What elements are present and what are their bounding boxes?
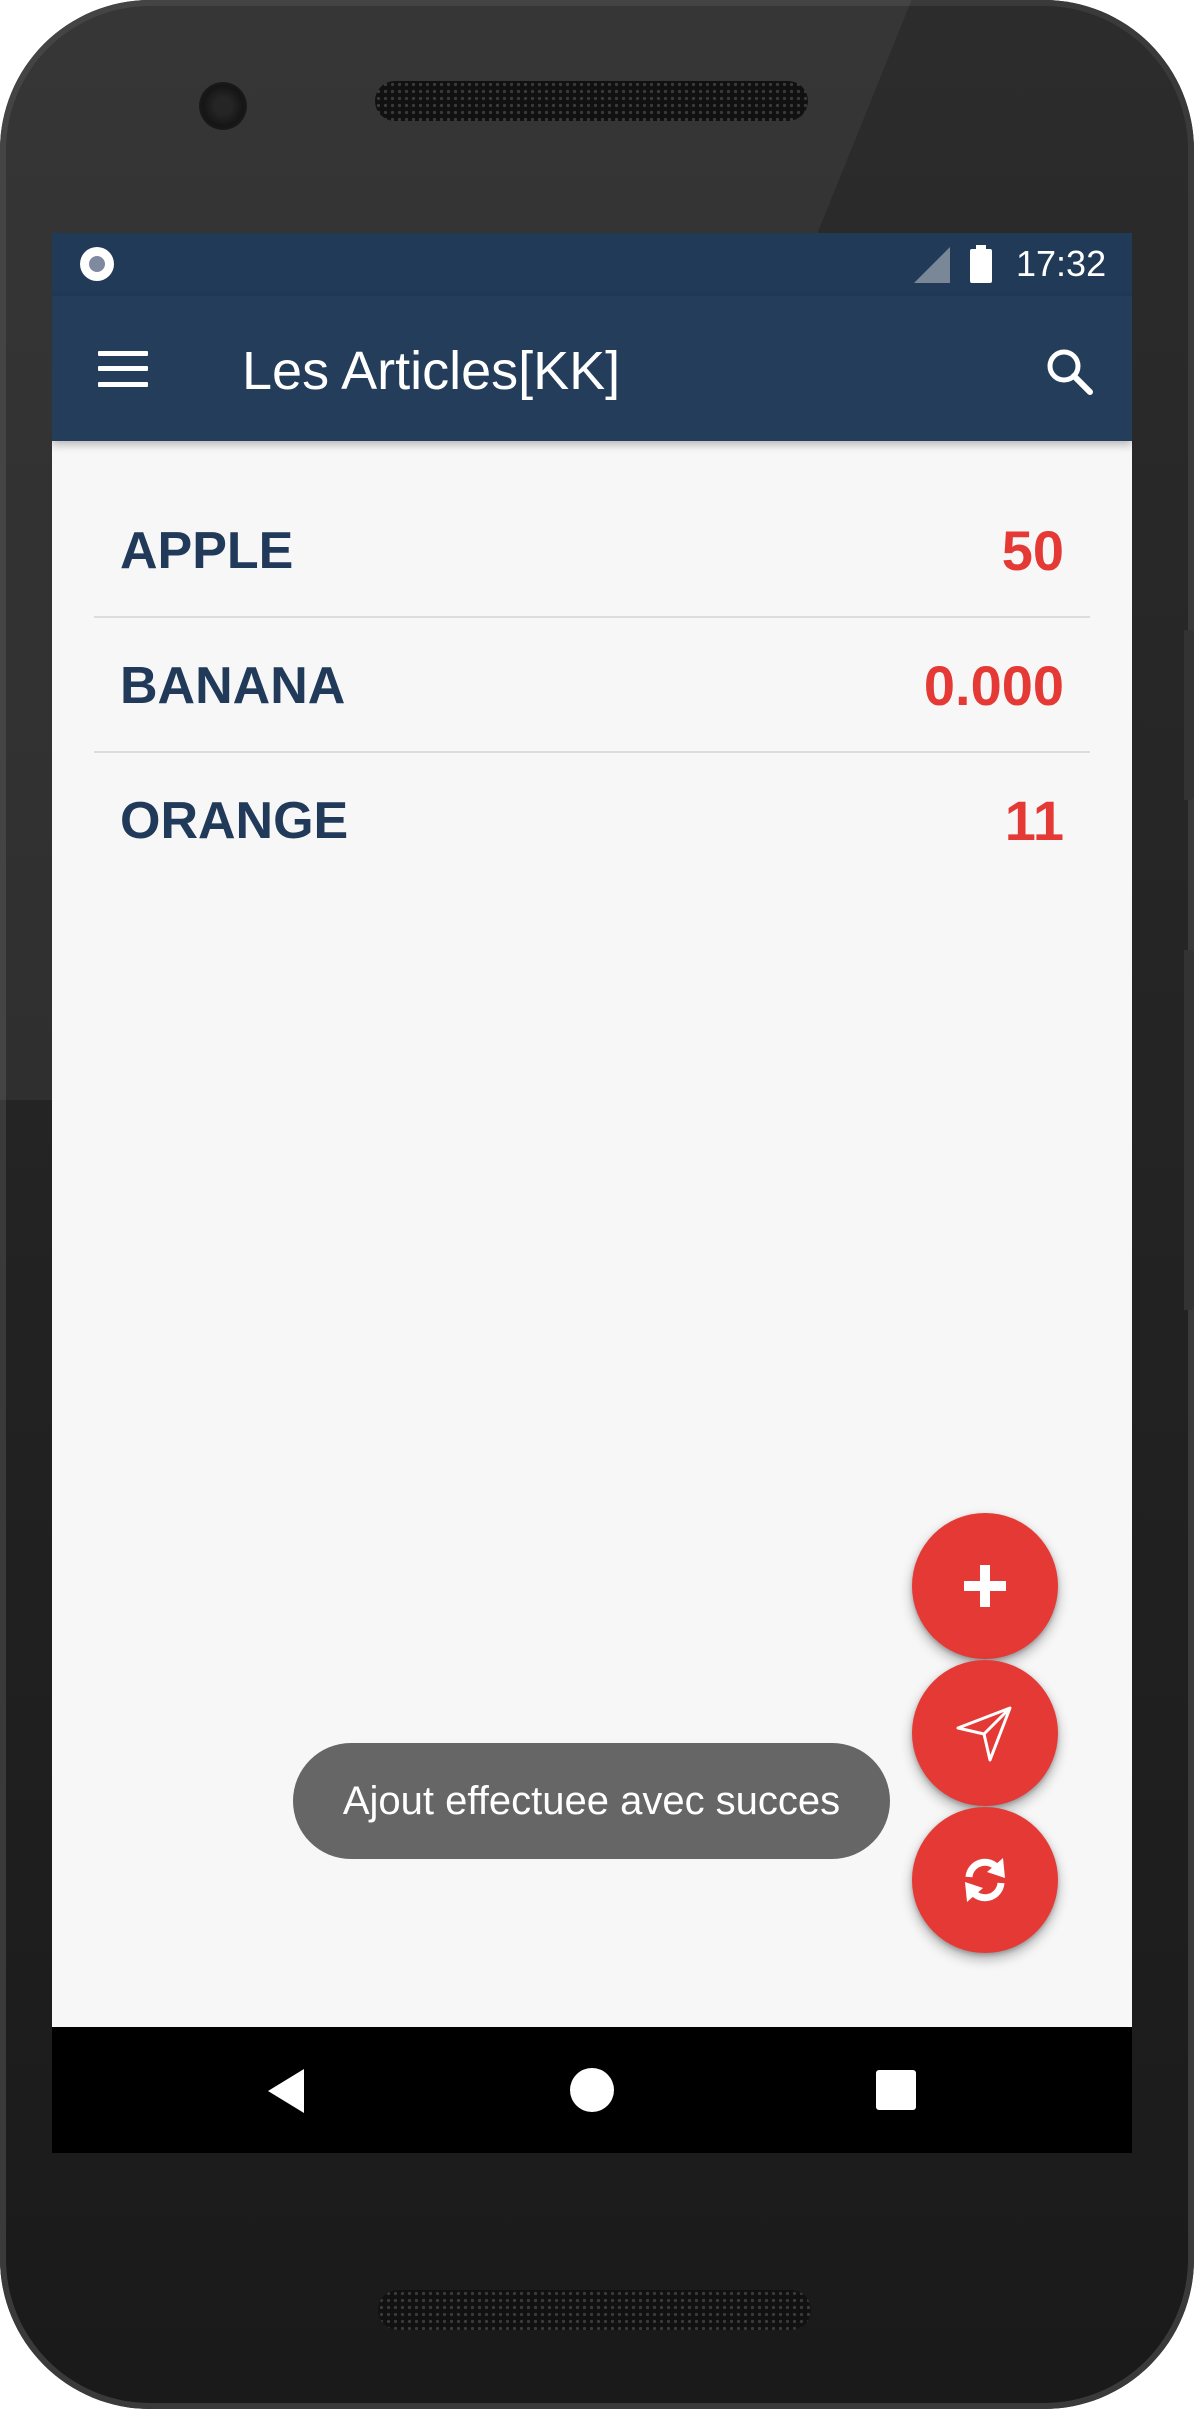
plus-icon: [964, 1565, 1006, 1607]
toast-message: Ajout effectuee avec succes: [293, 1743, 890, 1859]
hamburger-menu-icon[interactable]: [98, 351, 148, 387]
power-button: [1184, 950, 1194, 1310]
battery-icon: [970, 245, 992, 283]
list-item-apple[interactable]: APPLE 50: [94, 483, 1090, 618]
send-button[interactable]: [912, 1660, 1058, 1806]
article-quantity: 11: [1004, 789, 1064, 852]
add-button[interactable]: [912, 1513, 1058, 1659]
front-camera: [199, 82, 247, 130]
sync-icon: [965, 1858, 1005, 1902]
volume-button: [1184, 630, 1194, 800]
bottom-speaker-grille: [378, 2290, 811, 2330]
app-screen: 17:32 Les Articles[KK] APPLE 50 BANANA 0…: [52, 233, 1132, 2153]
list-item-orange[interactable]: ORANGE 11: [94, 753, 1090, 886]
send-icon: [956, 1706, 1012, 1762]
articles-list: APPLE 50 BANANA 0.000 ORANGE 11: [52, 483, 1132, 886]
sync-button[interactable]: [912, 1807, 1058, 1953]
app-toolbar: Les Articles[KK]: [52, 296, 1132, 441]
system-nav-bar: [52, 2027, 1132, 2153]
article-name: APPLE: [120, 522, 294, 580]
top-speaker-grille: [375, 81, 808, 121]
status-clock: 17:32: [1016, 243, 1107, 284]
article-quantity: 0.000: [923, 654, 1064, 717]
status-bar: 17:32: [52, 233, 1132, 296]
page-title: Les Articles[KK]: [242, 341, 621, 401]
recents-icon[interactable]: [876, 2070, 916, 2110]
article-quantity: 50: [1001, 519, 1064, 582]
article-name: ORANGE: [120, 792, 349, 850]
back-icon[interactable]: [268, 2069, 304, 2113]
phone-frame: 17:32 Les Articles[KK] APPLE 50 BANANA 0…: [0, 0, 1194, 2409]
search-icon[interactable]: [1042, 344, 1098, 400]
home-icon[interactable]: [570, 2068, 614, 2112]
notification-dot-icon: [80, 247, 114, 281]
article-name: BANANA: [120, 657, 346, 715]
list-item-banana[interactable]: BANANA 0.000: [94, 618, 1090, 753]
signal-icon: [914, 247, 950, 283]
